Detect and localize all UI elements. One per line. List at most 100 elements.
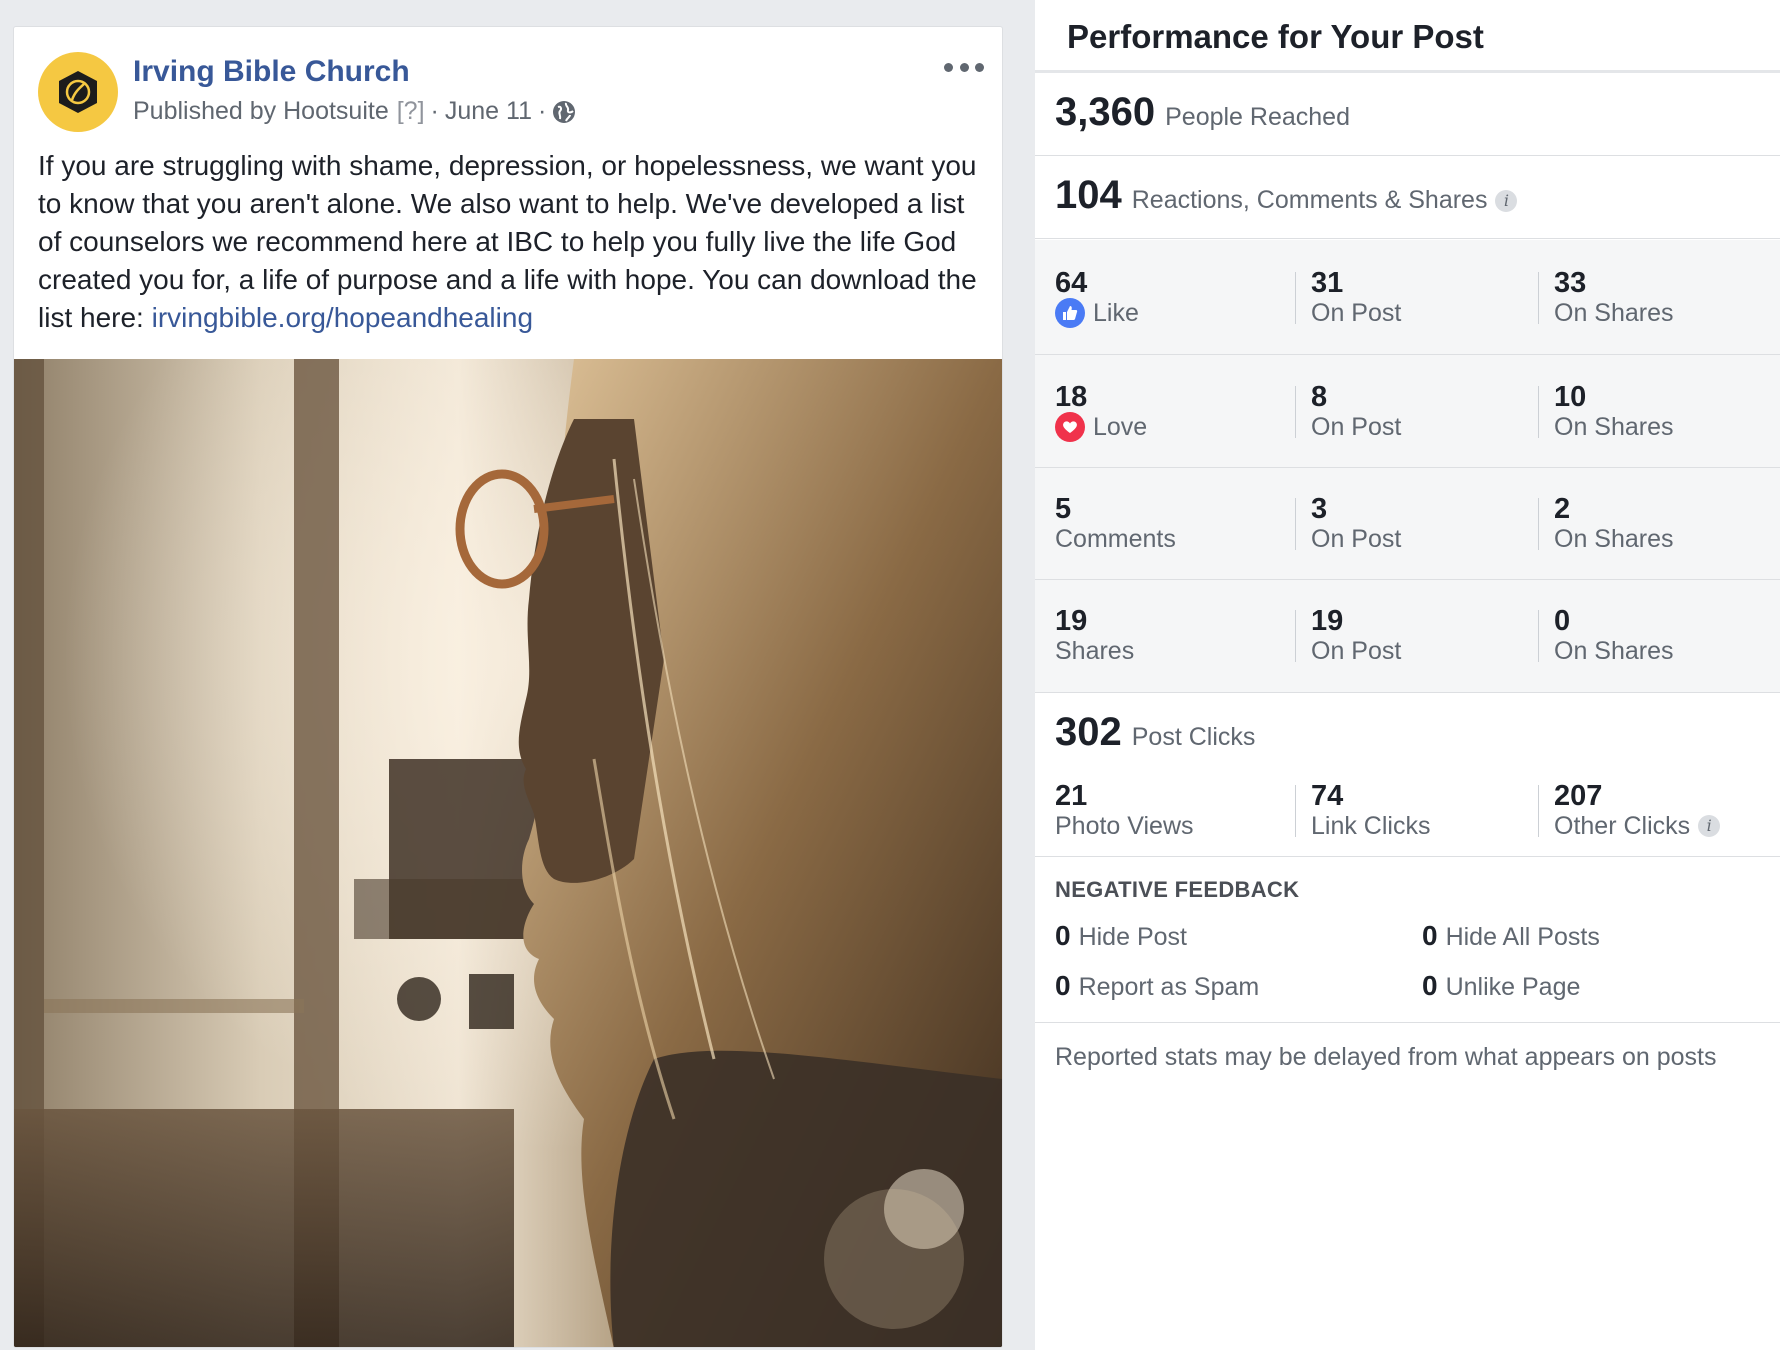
help-link[interactable]: [?] [397,97,425,126]
love-on-shares-label: On Shares [1554,413,1674,441]
shares-on-post: 19 On Post [1311,606,1401,666]
like-label: Like [1093,299,1139,327]
comments-on-shares: 2 On Shares [1554,494,1674,554]
column-divider [1538,498,1539,550]
photo-views: 21 Photo Views [1055,781,1194,841]
reach-label: People Reached [1165,103,1350,131]
link-clicks: 74 Link Clicks [1311,781,1430,841]
engagement-value: 104 [1055,173,1122,217]
column-divider [1295,272,1296,324]
comments-on-shares-value: 2 [1554,493,1571,525]
other-clicks: 207 Other Clicks i [1554,780,1721,841]
other-clicks-value: 207 [1554,780,1603,812]
divider [1035,238,1780,239]
shares-on-post-value: 19 [1311,605,1344,637]
post-clicks-stat: 302 Post Clicks [1055,710,1255,755]
column-divider [1538,272,1539,324]
reach-stat: 3,360 People Reached [1055,90,1350,135]
shares-on-post-label: On Post [1311,637,1402,665]
photo-views-value: 21 [1055,780,1088,812]
meta-separator: · [537,97,547,125]
column-divider [1295,386,1296,438]
column-divider [1538,785,1539,837]
published-by-label: Published by [133,97,277,125]
negative-feedback-heading: NEGATIVE FEEDBACK [1055,877,1300,902]
divider [1035,155,1780,156]
like-on-shares-value: 33 [1554,267,1587,299]
post-card: Irving Bible Church Published by Hootsui… [13,26,1003,1348]
stats-footnote: Reported stats may be delayed from what … [1055,1043,1717,1071]
photo-views-label: Photo Views [1055,812,1194,840]
column-divider [1538,386,1539,438]
column-divider [1295,785,1296,837]
divider [1035,692,1780,693]
unlike-page-label: Unlike Page [1445,973,1581,1001]
link-clicks-label: Link Clicks [1311,812,1431,840]
love-label: Love [1093,413,1148,441]
divider [1035,1022,1780,1023]
report-spam-label: Report as Spam [1078,973,1260,1001]
link-clicks-value: 74 [1311,780,1344,812]
like-count: 64 [1055,267,1088,299]
other-clicks-info-icon[interactable]: i [1698,815,1721,837]
post-link[interactable]: irvingbible.org/hopeandhealing [152,302,533,333]
like-on-shares-label: On Shares [1554,299,1674,327]
love-on-post-label: On Post [1311,413,1402,441]
page-avatar[interactable] [38,52,118,132]
hide-post-label: Hide Post [1078,923,1187,951]
unlike-page-stat: 0 Unlike Page [1422,970,1580,1002]
divider [1035,70,1780,73]
column-divider [1538,610,1539,662]
divider [1035,354,1780,355]
hide-all-posts-value: 0 [1422,920,1438,951]
engagement-info-icon[interactable]: i [1495,189,1518,212]
comments-on-shares-label: On Shares [1554,525,1674,553]
unlike-page-value: 0 [1422,970,1438,1001]
love-on-shares-value: 10 [1554,381,1587,413]
app-name-link[interactable]: Hootsuite [283,97,389,126]
post-body: If you are struggling with shame, depres… [38,147,978,337]
hide-all-posts-stat: 0 Hide All Posts [1422,920,1600,952]
engagement-label: Reactions, Comments & Shares [1131,186,1488,214]
love-total: 18 Love [1055,382,1147,442]
like-total: 64 Like [1055,268,1139,328]
like-on-shares: 33 On Shares [1554,268,1674,328]
shares-on-shares: 0 On Shares [1554,606,1674,666]
page-name-link[interactable]: Irving Bible Church [133,55,410,89]
like-on-post-label: On Post [1311,299,1402,327]
post-date-link[interactable]: June 11 [445,97,532,126]
comments-label: Comments [1055,525,1176,553]
post-clicks-label: Post Clicks [1131,723,1256,751]
love-on-post: 8 On Post [1311,382,1401,442]
column-divider [1295,498,1296,550]
shares-on-shares-label: On Shares [1554,637,1674,665]
comments-on-post-value: 3 [1311,493,1328,525]
post-photo[interactable] [14,359,1002,1347]
more-options-icon[interactable] [944,55,984,79]
post-clicks-value: 302 [1055,710,1122,754]
comments-on-post-label: On Post [1311,525,1402,553]
report-spam-value: 0 [1055,970,1071,1001]
like-icon [1055,298,1085,328]
shares-total: 19 Shares [1055,606,1134,666]
divider [1035,467,1780,468]
comments-on-post: 3 On Post [1311,494,1401,554]
like-on-post: 31 On Post [1311,268,1401,328]
divider [1035,579,1780,580]
reach-value: 3,360 [1055,90,1156,134]
love-count: 18 [1055,381,1088,413]
woman-silhouette-photo [14,359,1002,1347]
other-clicks-label: Other Clicks [1554,812,1691,840]
hide-all-posts-label: Hide All Posts [1445,923,1600,951]
globe-icon[interactable] [552,100,576,124]
column-divider [1295,610,1296,662]
church-logo-icon [59,71,97,113]
report-spam-stat: 0 Report as Spam [1055,970,1259,1002]
shares-count: 19 [1055,605,1088,637]
love-on-shares: 10 On Shares [1554,382,1674,442]
post-meta: Published by Hootsuite [?] · June 11 · [133,97,576,126]
panel-title: Performance for Your Post [1067,18,1484,55]
meta-separator: · [430,97,439,125]
comments-count: 5 [1055,493,1072,525]
hide-post-stat: 0 Hide Post [1055,920,1187,952]
